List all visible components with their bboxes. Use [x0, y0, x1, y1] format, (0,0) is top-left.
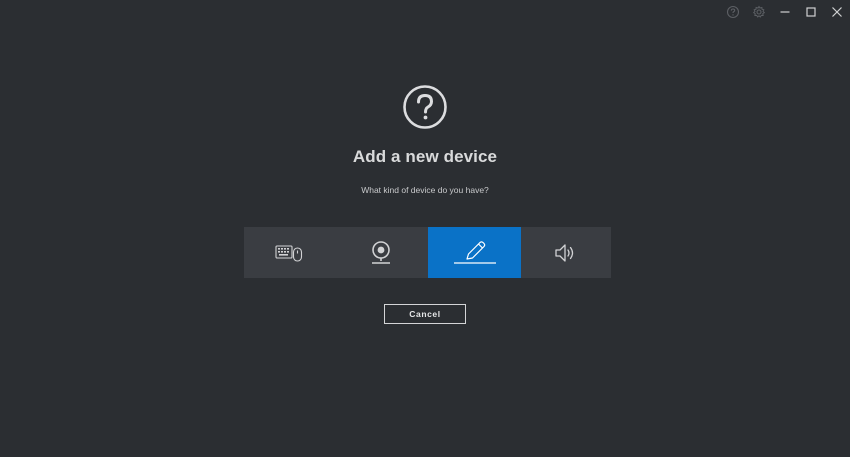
- pen-icon: [453, 240, 496, 264]
- page-title: Add a new device: [352, 147, 498, 166]
- app-window: Add a new device What kind of device do …: [0, 0, 850, 457]
- question-circle-icon: [403, 85, 447, 129]
- page-subtitle: What kind of device do you have?: [361, 185, 489, 195]
- device-type-selector: [244, 227, 611, 278]
- keyboard-mouse-icon: [275, 244, 303, 262]
- add-device-dialog: Add a new device What kind of device do …: [0, 0, 850, 457]
- cancel-button[interactable]: Cancel: [384, 304, 466, 324]
- device-tile-keyboard-mouse[interactable]: [244, 227, 334, 278]
- speaker-icon: [555, 243, 574, 262]
- webcam-icon: [372, 240, 390, 264]
- device-tile-speaker[interactable]: [521, 227, 611, 278]
- device-tile-webcam[interactable]: [334, 227, 428, 278]
- device-tile-pen[interactable]: [428, 227, 521, 278]
